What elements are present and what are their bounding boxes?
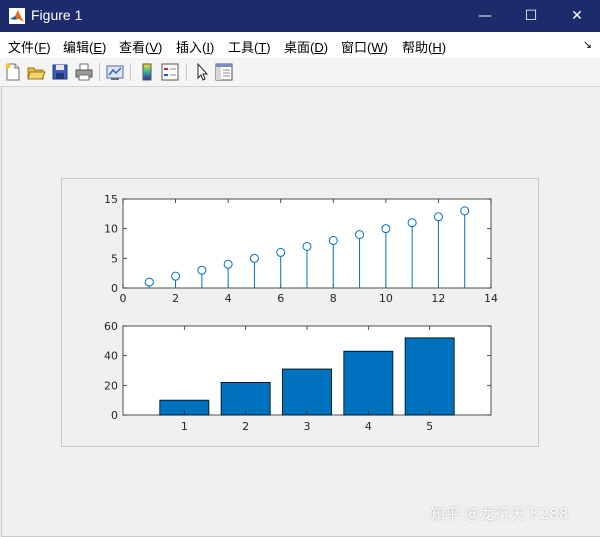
y-tick-label: 20 (104, 379, 118, 392)
watermark: 知乎 @龙行天下288 (430, 505, 569, 523)
x-tick-label: 6 (277, 292, 284, 305)
bar (343, 350, 394, 416)
bar (282, 368, 332, 416)
x-tick-label: 1 (181, 420, 188, 433)
stem-axes[interactable]: 0 2 4 6 8 10 12 14 0 5 10 15 (104, 193, 498, 305)
x-tick-label: 14 (484, 292, 498, 305)
y-tick-label: 60 (104, 320, 118, 333)
bar-axes[interactable]: 1 2 3 4 5 0 20 40 60 (104, 320, 492, 433)
x-tick-label: 0 (120, 292, 127, 305)
y-tick-label: 15 (104, 193, 118, 206)
x-tick-label: 3 (304, 420, 311, 433)
x-tick-label: 4 (225, 292, 232, 305)
y-tick-label: 0 (111, 409, 118, 422)
y-tick-label: 0 (111, 282, 118, 295)
x-tick-label: 5 (426, 420, 433, 433)
y-tick-label: 40 (104, 350, 118, 363)
x-tick-label: 12 (431, 292, 445, 305)
bar (404, 337, 455, 416)
x-tick-label: 8 (330, 292, 337, 305)
y-tick-label: 5 (111, 252, 118, 265)
y-tick-label: 10 (104, 223, 118, 236)
figure-canvas: 0 2 4 6 8 10 12 14051015 1 2 3 4 50204060 (104, 193, 498, 433)
x-tick-label: 10 (379, 292, 393, 305)
x-tick-label: 4 (365, 420, 372, 433)
x-tick-label: 2 (172, 292, 179, 305)
bar (220, 381, 271, 416)
x-tick-label: 2 (242, 420, 249, 433)
